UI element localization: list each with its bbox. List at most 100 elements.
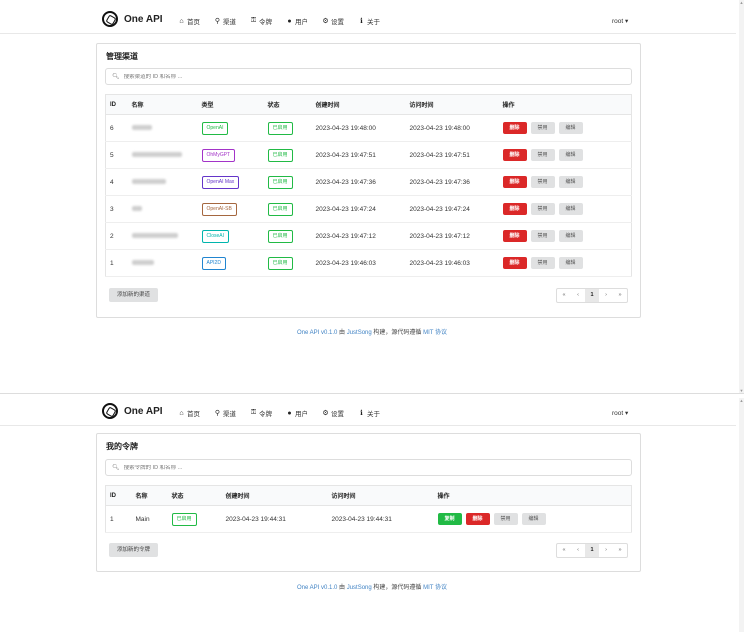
- edit-button[interactable]: 编辑: [558, 230, 583, 242]
- token-id: 1: [105, 505, 132, 533]
- col-header-id[interactable]: ID: [105, 485, 132, 506]
- edit-button[interactable]: 编辑: [558, 149, 583, 161]
- channel-created: 2023-04-23 19:46:03: [311, 249, 406, 277]
- footer-app-link[interactable]: One API v0.1.0: [297, 330, 337, 336]
- delete-button[interactable]: 删除: [465, 513, 490, 525]
- nav-item-users[interactable]: ● 用户: [286, 16, 308, 27]
- delete-button[interactable]: 删除: [502, 257, 527, 269]
- delete-button[interactable]: 删除: [502, 176, 527, 188]
- nav-item-settings[interactable]: ⚙ 设置: [322, 16, 344, 26]
- copy-button[interactable]: 复制: [437, 513, 462, 525]
- edit-button[interactable]: 编辑: [521, 513, 546, 525]
- prev-page-button[interactable]: ‹: [571, 544, 585, 557]
- nav-item-tokens[interactable]: ⚿ 令牌: [250, 408, 272, 418]
- table-row: 1 Main 已启用 2023-04-23 19:44:31 2023-04-23 19…: [105, 505, 632, 533]
- channel-search[interactable]: 🔍︎: [105, 68, 632, 85]
- delete-button[interactable]: 删除: [502, 203, 527, 215]
- token-actions: 复制 删除 禁用 编辑: [433, 505, 632, 533]
- status-badge: 已启用: [171, 512, 197, 526]
- channel-created: 2023-04-23 19:48:00: [311, 114, 406, 142]
- nav-item-about[interactable]: ℹ 关于: [358, 408, 380, 418]
- prev-page-button[interactable]: ‹: [571, 289, 585, 302]
- nav-item-channels[interactable]: ⚲ 渠道: [214, 16, 236, 26]
- footer-author-link[interactable]: JustSong: [347, 330, 372, 336]
- channel-type-cell: API2D: [197, 249, 264, 277]
- next-page-button[interactable]: ›: [599, 289, 613, 302]
- nav-item-tokens[interactable]: ⚿ 令牌: [250, 16, 272, 26]
- edit-button[interactable]: 编辑: [558, 176, 583, 188]
- user-dropdown[interactable]: root ▾: [612, 409, 628, 417]
- add-channel-button[interactable]: 添加新的渠道: [109, 288, 159, 302]
- col-header-created[interactable]: 创建时间: [311, 94, 406, 115]
- footer-app-link[interactable]: One API v0.1.0: [297, 585, 337, 591]
- channel-type-cell: CloseAI: [197, 222, 264, 250]
- page-1-button[interactable]: 1: [585, 289, 599, 302]
- page-1-button[interactable]: 1: [585, 544, 599, 557]
- scroll-up-arrow-icon[interactable]: ▲: [739, 0, 744, 5]
- col-header-accessed[interactable]: 访问时间: [405, 94, 499, 115]
- col-header-name[interactable]: 名称: [127, 94, 198, 115]
- disable-button[interactable]: 禁用: [530, 149, 555, 161]
- redacted-name: [131, 152, 182, 158]
- search-input[interactable]: [123, 464, 574, 471]
- next-page-button[interactable]: ›: [599, 544, 613, 557]
- scroll-up-arrow-icon[interactable]: ▲: [739, 398, 744, 403]
- channel-actions: 删除 禁用 编辑: [498, 249, 632, 277]
- disable-button[interactable]: 禁用: [530, 176, 555, 188]
- table-row: 6 OpenAI 已启用 2023-04-23 19:48:00 2023-04-23 …: [105, 114, 632, 142]
- vertical-scrollbar[interactable]: ▲: [739, 398, 744, 632]
- footer-license-link[interactable]: MIT 协议: [423, 585, 447, 591]
- channel-created: 2023-04-23 19:47:51: [311, 141, 406, 169]
- last-page-button[interactable]: »: [613, 289, 627, 302]
- col-header-name[interactable]: 名称: [131, 485, 168, 506]
- user-dropdown[interactable]: root ▾: [612, 17, 628, 25]
- edit-button[interactable]: 编辑: [558, 257, 583, 269]
- col-header-accessed[interactable]: 访问时间: [327, 485, 434, 506]
- footer: One API v0.1.0 由 JustSong 构建，源代码遵循 MIT 协…: [0, 582, 744, 591]
- nav-item-home[interactable]: ⌂ 首页: [178, 408, 200, 419]
- last-page-button[interactable]: »: [613, 544, 627, 557]
- nav-item-channels[interactable]: ⚲ 渠道: [214, 408, 236, 418]
- edit-button[interactable]: 编辑: [558, 203, 583, 215]
- info-icon: ℹ: [360, 18, 363, 25]
- channel-type-label: CloseAI: [201, 229, 230, 243]
- disable-button[interactable]: 禁用: [493, 513, 518, 525]
- edit-button[interactable]: 编辑: [558, 122, 583, 134]
- nav-item-about[interactable]: ℹ 关于: [358, 16, 380, 26]
- token-name: Main: [131, 505, 168, 533]
- delete-button[interactable]: 删除: [502, 230, 527, 242]
- brand-name: One API: [124, 13, 163, 25]
- col-header-type[interactable]: 类型: [197, 94, 264, 115]
- top-navbar: One API ⌂ 首页 ⚲ 渠道 ⚿ 令牌 ● 用户 ⚙ 设置 ℹ 关于 root ▾: [0, 8, 736, 34]
- scroll-down-arrow-icon[interactable]: ▼: [739, 388, 744, 393]
- disable-button[interactable]: 禁用: [530, 230, 555, 242]
- table-row: 3 OpenAI-SB 已启用 2023-04-23 19:47:24 2023-04-…: [105, 195, 632, 223]
- nav-item-users[interactable]: ● 用户: [286, 408, 308, 419]
- nav-item-home[interactable]: ⌂ 首页: [178, 16, 200, 27]
- first-page-button[interactable]: «: [557, 289, 571, 302]
- brand[interactable]: One API: [102, 11, 163, 27]
- col-header-status[interactable]: 状态: [263, 94, 312, 115]
- openai-logo-icon: [102, 11, 118, 27]
- search-input[interactable]: [123, 73, 574, 80]
- disable-button[interactable]: 禁用: [530, 122, 555, 134]
- disable-button[interactable]: 禁用: [530, 203, 555, 215]
- footer-license-link[interactable]: MIT 协议: [423, 330, 447, 336]
- brand-name: One API: [124, 405, 163, 417]
- add-token-button[interactable]: 添加新的令牌: [109, 543, 159, 557]
- nav-menu: ⌂ 首页 ⚲ 渠道 ⚿ 令牌 ● 用户 ⚙ 设置 ℹ 关于: [178, 16, 394, 26]
- token-created: 2023-04-23 19:44:31: [221, 505, 328, 533]
- first-page-button[interactable]: «: [557, 544, 571, 557]
- delete-button[interactable]: 删除: [502, 149, 527, 161]
- search-icon: 🔍︎: [112, 74, 120, 80]
- token-search[interactable]: 🔍︎: [105, 459, 632, 476]
- col-header-status[interactable]: 状态: [167, 485, 222, 506]
- col-header-created[interactable]: 创建时间: [221, 485, 328, 506]
- footer-author-link[interactable]: JustSong: [347, 585, 372, 591]
- brand[interactable]: One API: [102, 403, 163, 419]
- nav-item-settings[interactable]: ⚙ 设置: [322, 408, 344, 418]
- channel-type-cell: OpenAI Max: [197, 168, 264, 196]
- disable-button[interactable]: 禁用: [530, 257, 555, 269]
- delete-button[interactable]: 删除: [502, 122, 527, 134]
- col-header-id[interactable]: ID: [105, 94, 128, 115]
